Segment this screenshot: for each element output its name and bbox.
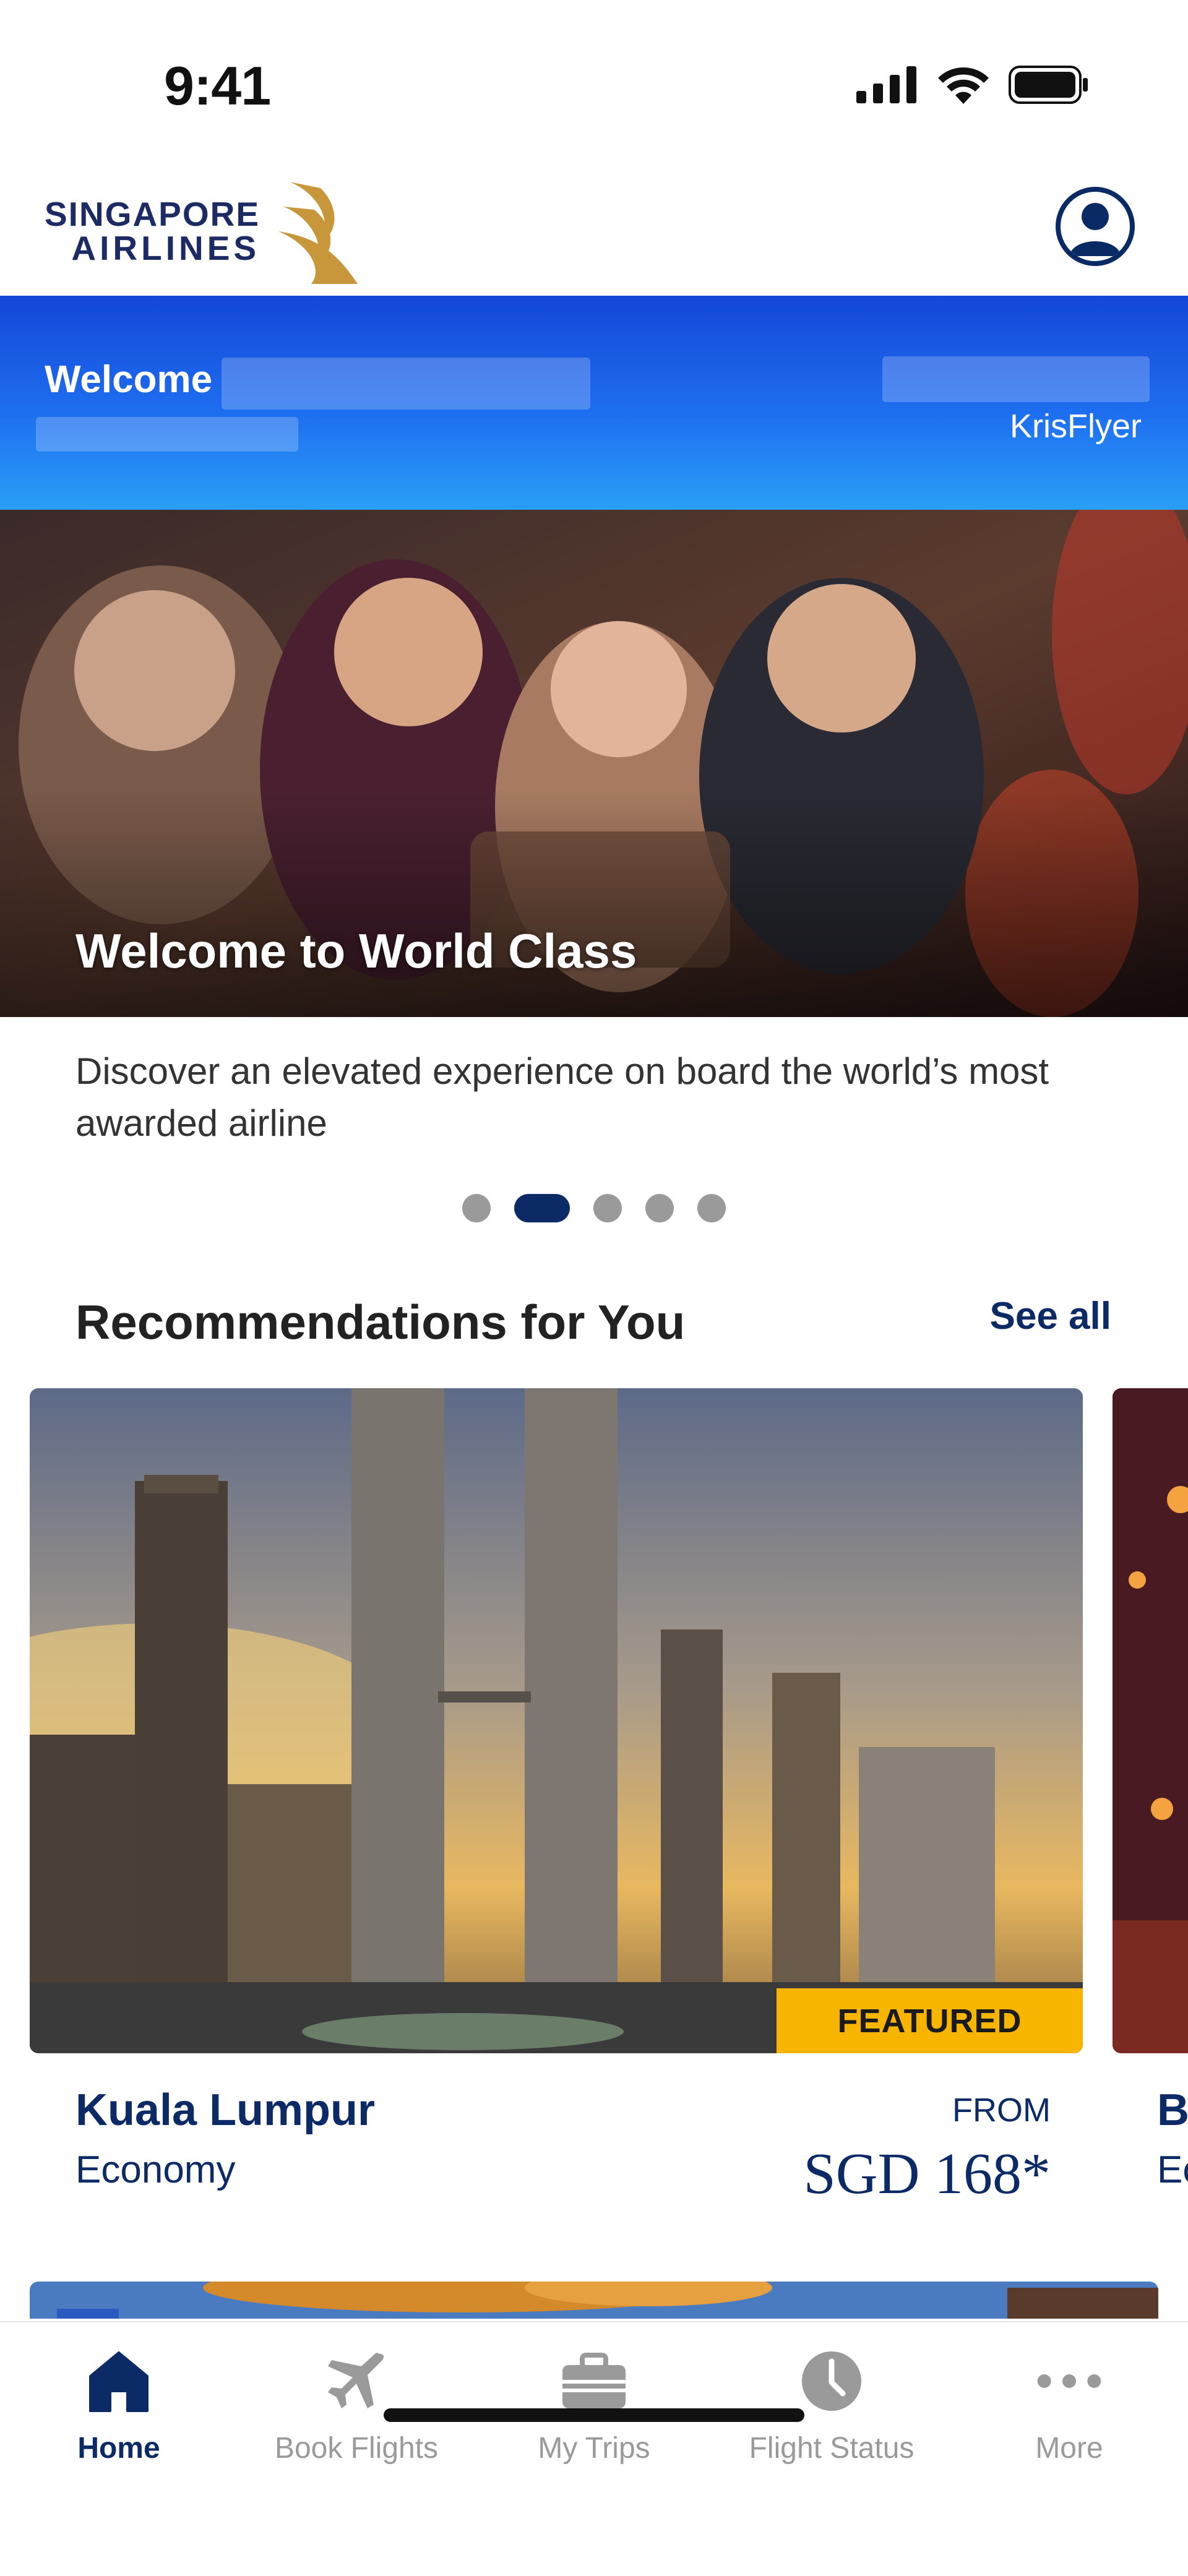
home-icon: [85, 2347, 153, 2415]
recommendation-cabin-class-next: Ec: [1157, 2149, 1188, 2191]
wifi-icon: [938, 67, 989, 104]
tab-more-label: More: [1035, 2432, 1103, 2465]
redacted-member-id: [36, 417, 298, 452]
bottom-tab-bar: Home Book Flights My Trips Flight Status…: [0, 2321, 1188, 2576]
bird-emblem-icon: [278, 182, 358, 284]
status-time: 9:41: [164, 55, 271, 116]
autumn-scene-image: [30, 2282, 1158, 2319]
profile-button[interactable]: [1056, 187, 1135, 266]
welcome-greeting: Welcome: [45, 358, 213, 401]
more-dots-icon: [1035, 2347, 1103, 2415]
recommendation-city-next[interactable]: B: [1157, 2085, 1188, 2136]
hero-description: Discover an elevated experience on board…: [75, 1050, 1049, 1144]
krisflyer-label: KrisFlyer: [1010, 408, 1142, 445]
app-header: SINGAPORE AIRLINES: [0, 155, 1188, 299]
logo-line2: AIRLINES: [71, 229, 260, 267]
recommendation-card-next-image[interactable]: [1113, 1388, 1188, 2053]
home-indicator[interactable]: [384, 2408, 804, 2422]
tab-more[interactable]: More: [950, 2347, 1188, 2465]
recommendation-card-image[interactable]: FEATURED: [30, 1388, 1083, 2053]
recommendations-title: Recommendations for You: [75, 1295, 686, 1349]
tab-my-trips-label: My Trips: [538, 2432, 650, 2465]
recommendation-cabin-class: Economy: [75, 2149, 236, 2191]
welcome-banner[interactable]: Welcome KrisFlyer: [0, 296, 1188, 510]
user-circle-icon: [1069, 203, 1121, 256]
kuala-lumpur-skyline-image: [30, 1388, 1083, 2053]
recommendation-city[interactable]: Kuala Lumpur: [75, 2085, 375, 2136]
tab-home[interactable]: Home: [0, 2347, 238, 2465]
carousel-dot[interactable]: [645, 1194, 674, 1222]
logo-line1: SINGAPORE: [45, 195, 260, 233]
tab-home-label: Home: [77, 2432, 160, 2465]
cellular-signal-icon: [856, 66, 916, 103]
battery-icon: [1009, 66, 1088, 104]
see-all-link[interactable]: See all: [990, 1294, 1111, 1338]
airplane-icon: [322, 2347, 390, 2415]
redacted-member-tier: [882, 356, 1150, 402]
status-bar: 9:41: [0, 0, 1188, 155]
redacted-member-name: [222, 358, 590, 410]
singapore-airlines-logo[interactable]: SINGAPORE AIRLINES: [45, 176, 364, 299]
hero-carousel-slide[interactable]: Welcome to World Class: [0, 510, 1188, 1017]
hero-title: Welcome to World Class: [75, 924, 637, 978]
price-from-label: FROM: [952, 2092, 1051, 2129]
lantern-image: [1113, 1388, 1188, 2053]
recommendation-price: SGD 168*: [803, 2142, 1051, 2206]
tab-book-flights-label: Book Flights: [274, 2432, 439, 2465]
carousel-pagination: [0, 1194, 1188, 1222]
carousel-dot-active[interactable]: [514, 1194, 570, 1222]
clock-icon: [798, 2347, 866, 2415]
tab-my-trips[interactable]: My Trips: [475, 2347, 713, 2465]
featured-badge: FEATURED: [777, 1988, 1083, 2053]
carousel-dot[interactable]: [593, 1194, 622, 1222]
carousel-dot[interactable]: [697, 1194, 726, 1222]
tab-flight-status-label: Flight Status: [749, 2432, 915, 2465]
status-icons: [856, 66, 1089, 104]
next-content-card-peek[interactable]: [30, 2282, 1158, 2319]
briefcase-icon: [560, 2347, 628, 2415]
carousel-dot[interactable]: [462, 1194, 491, 1222]
tab-book-flights[interactable]: Book Flights: [238, 2347, 475, 2465]
tab-flight-status[interactable]: Flight Status: [713, 2347, 950, 2465]
